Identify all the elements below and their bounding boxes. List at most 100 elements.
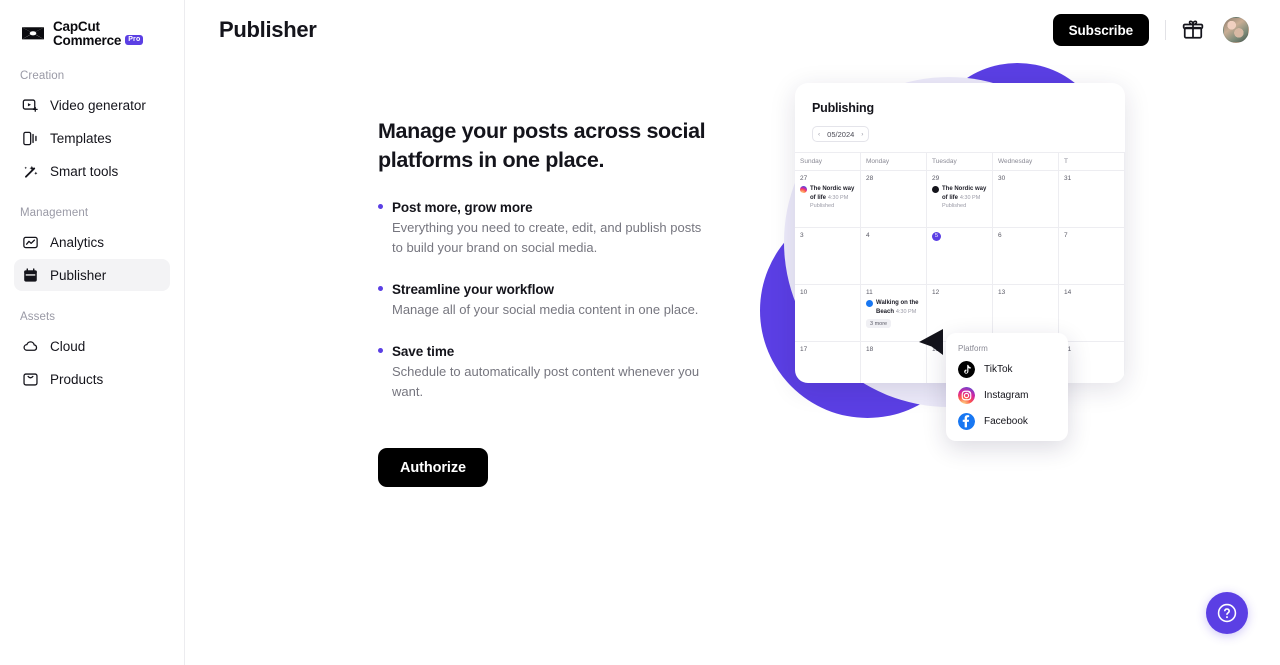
sidebar-item-label: Cloud xyxy=(50,338,86,354)
sidebar-item-cloud[interactable]: Cloud xyxy=(14,330,170,362)
feature-title: Streamline your workflow xyxy=(392,281,554,297)
platform-option-label: Facebook xyxy=(984,416,1028,427)
authorize-button[interactable]: Authorize xyxy=(378,448,488,488)
day-number: 27 xyxy=(800,175,808,182)
products-box-icon xyxy=(23,372,38,386)
prev-month-icon[interactable]: ‹ xyxy=(818,131,820,138)
calendar-day-cell[interactable]: 21 xyxy=(1059,342,1125,383)
feature-title: Save time xyxy=(392,344,455,360)
main-content: Publisher Subscribe Manage your posts ac… xyxy=(185,0,1280,665)
calendar-day-cell[interactable]: 5 xyxy=(927,228,993,284)
sidebar: CapCut Commerce Pro Creation Video gener… xyxy=(0,0,185,665)
day-number: 6 xyxy=(998,232,1002,239)
platform-option-facebook[interactable]: Facebook xyxy=(958,413,1056,430)
sidebar-item-video-generator[interactable]: Video generator xyxy=(14,89,170,121)
calendar-day-cell[interactable]: 3 xyxy=(795,228,861,284)
day-number: 17 xyxy=(800,346,808,353)
calendar-day-cell[interactable]: 30 xyxy=(993,171,1059,227)
calendar-day-cell[interactable]: 6 xyxy=(993,228,1059,284)
day-number-today: 5 xyxy=(932,232,941,241)
platform-option-instagram[interactable]: Instagram xyxy=(958,387,1056,404)
instagram-icon xyxy=(958,387,975,404)
calendar-day-cell[interactable]: 28 xyxy=(861,171,927,227)
weekday-header: Tuesday xyxy=(927,153,993,170)
feature-description: Manage all of your social media content … xyxy=(392,301,699,317)
day-number: 12 xyxy=(932,289,940,296)
facebook-icon xyxy=(866,299,873,307)
weekday-header: Monday xyxy=(861,153,927,170)
feature-description: Everything you need to create, edit, and… xyxy=(392,219,702,255)
calendar-day-cell[interactable]: 31 xyxy=(1059,171,1125,227)
day-number: 3 xyxy=(800,232,804,239)
sidebar-item-label: Publisher xyxy=(50,267,107,283)
brand-logo[interactable]: CapCut Commerce Pro xyxy=(14,0,170,52)
next-month-icon[interactable]: › xyxy=(861,131,863,138)
platform-option-tiktok[interactable]: TikTok xyxy=(958,361,1056,378)
video-generator-icon xyxy=(22,98,38,112)
subscribe-button[interactable]: Subscribe xyxy=(1052,14,1149,46)
calendar-day-cell[interactable]: 17 xyxy=(795,342,861,383)
event-status: Published xyxy=(810,203,835,209)
calendar-day-cell[interactable]: 4 xyxy=(861,228,927,284)
question-mark-circle-icon xyxy=(1217,603,1237,623)
bullet-icon xyxy=(378,285,383,291)
sidebar-item-label: Products xyxy=(50,371,104,387)
sidebar-item-publisher[interactable]: Publisher xyxy=(14,259,170,291)
sidebar-item-smart-tools[interactable]: Smart tools xyxy=(14,155,170,187)
sidebar-item-templates[interactable]: Templates xyxy=(14,122,170,154)
tiktok-icon xyxy=(932,185,939,193)
calendar-day-cell[interactable]: 14 xyxy=(1059,285,1125,341)
calendar-day-cell[interactable]: 27 The Nordic way of life 4:30 PM Publis… xyxy=(795,171,861,227)
sidebar-item-label: Smart tools xyxy=(50,163,119,179)
calendar-week-row: 3 4 5 6 7 xyxy=(795,228,1125,285)
avatar[interactable] xyxy=(1223,17,1249,43)
calendar-event[interactable]: The Nordic way of life 4:30 PM Published xyxy=(932,185,987,209)
platform-option-label: TikTok xyxy=(984,364,1013,375)
calendar-day-cell[interactable]: 7 xyxy=(1059,228,1125,284)
topbar-divider xyxy=(1165,20,1166,40)
feature-description: Schedule to automatically post content w… xyxy=(392,364,700,400)
feature-item: Save time Schedule to automatically post… xyxy=(378,344,708,402)
sidebar-section-management-label: Management xyxy=(20,207,89,219)
sidebar-item-label: Templates xyxy=(50,130,112,146)
feature-title: Post more, grow more xyxy=(392,199,533,215)
current-month-label: 05/2024 xyxy=(827,129,855,139)
facebook-icon xyxy=(958,413,975,430)
hero-section: Manage your posts across social platform… xyxy=(185,60,1280,488)
publisher-illustration: Publishing ‹ 05/2024 › Sunday Monday Tue… xyxy=(760,55,1160,441)
calendar-event[interactable]: Walking on the Beach 4:30 PM xyxy=(866,299,921,316)
calendar-day-cell[interactable]: 29 The Nordic way of life 4:30 PM Publis… xyxy=(927,171,993,227)
calendar-day-cell[interactable]: 10 xyxy=(795,285,861,341)
feature-item: Post more, grow more Everything you need… xyxy=(378,200,708,258)
templates-icon xyxy=(23,131,37,145)
instagram-icon xyxy=(800,185,807,193)
more-events-pill[interactable]: 3 more xyxy=(866,319,892,328)
magic-wand-icon xyxy=(24,165,38,178)
hero-heading: Manage your posts across social platform… xyxy=(378,119,706,172)
bullet-icon xyxy=(378,348,383,354)
calendar-week-row: 27 The Nordic way of life 4:30 PM Publis… xyxy=(795,171,1125,228)
capcut-bowtie-icon xyxy=(22,27,44,40)
topbar: Publisher Subscribe xyxy=(185,0,1280,60)
day-number: 31 xyxy=(1064,175,1072,182)
feature-item: Streamline your workflow Manage all of y… xyxy=(378,282,708,320)
event-time: 4:30 PM xyxy=(959,194,981,201)
publisher-page: CapCut Commerce Pro Creation Video gener… xyxy=(0,0,1280,665)
day-number: 11 xyxy=(866,289,873,296)
logo-line-1: CapCut xyxy=(53,19,100,35)
calendar-month-selector[interactable]: ‹ 05/2024 › xyxy=(812,126,870,142)
feature-title-row: Post more, grow more xyxy=(378,200,708,215)
day-number: 7 xyxy=(1064,232,1068,239)
platform-popover: Platform TikTok Instagram Facebook xyxy=(946,333,1068,441)
sidebar-section-creation-label: Creation xyxy=(20,70,65,82)
help-button[interactable] xyxy=(1206,592,1248,634)
sidebar-item-products[interactable]: Products xyxy=(14,363,170,395)
sidebar-item-label: Analytics xyxy=(50,234,105,250)
event-time: 4:30 PM xyxy=(895,308,917,315)
logo-line-2: Commerce xyxy=(53,33,122,48)
gift-icon[interactable] xyxy=(1182,19,1204,41)
day-number: 14 xyxy=(1064,289,1072,296)
day-number: 29 xyxy=(932,175,940,182)
calendar-event[interactable]: The Nordic way of life 4:30 PM Published xyxy=(800,185,855,209)
sidebar-item-analytics[interactable]: Analytics xyxy=(14,226,170,258)
